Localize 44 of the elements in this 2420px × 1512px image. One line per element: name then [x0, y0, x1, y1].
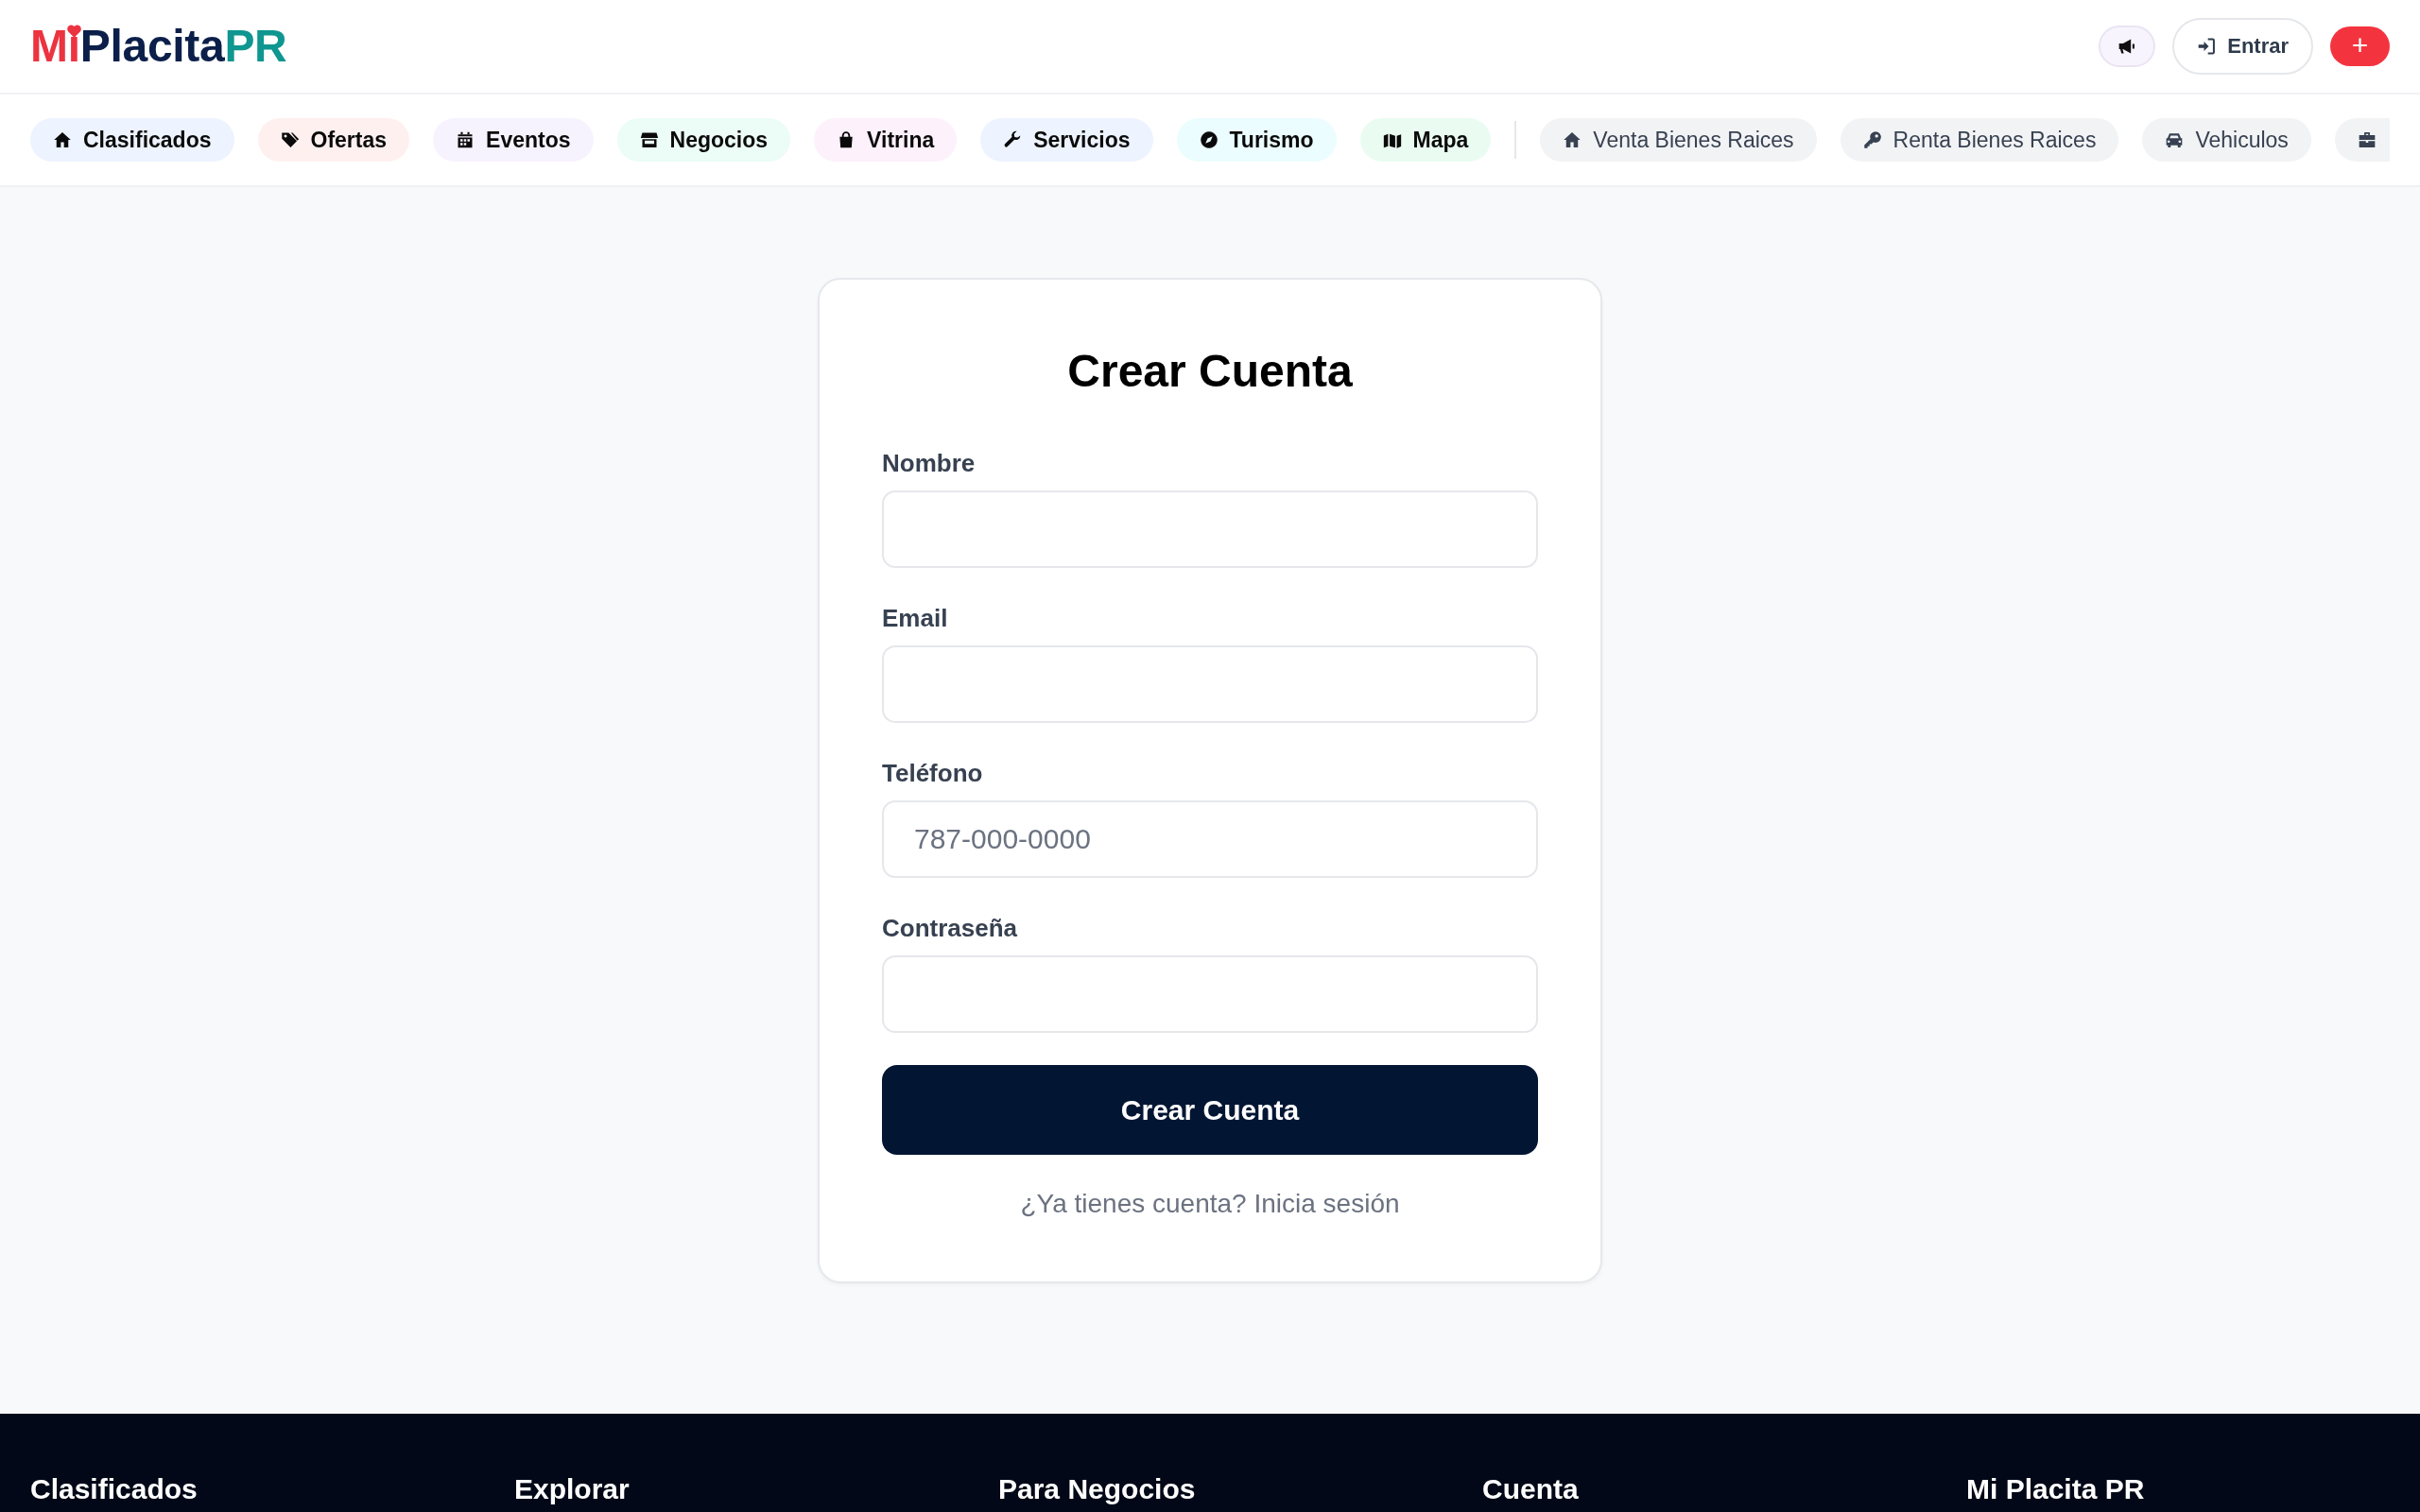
category-tab[interactable]: Vitrina	[814, 118, 958, 162]
footer-heading: Explorar	[514, 1472, 630, 1506]
wrench-icon	[1003, 130, 1023, 149]
category-tab[interactable]: Eventos	[433, 118, 594, 162]
sign-in-icon	[2197, 37, 2217, 56]
house-icon	[1563, 130, 1582, 149]
input-field[interactable]	[882, 490, 1538, 568]
footer-heading: Cuenta	[1482, 1472, 1579, 1506]
input-field[interactable]	[882, 645, 1538, 723]
megaphone-icon	[2118, 37, 2137, 56]
input-field[interactable]	[882, 955, 1538, 1033]
house-icon	[53, 130, 72, 149]
section-tab[interactable]: Vehiculos	[2142, 118, 2311, 162]
footer-heading: Para Negocios	[998, 1472, 1196, 1506]
field-label: Contraseña	[882, 913, 1019, 943]
category-tab[interactable]: Negocios	[616, 118, 791, 162]
login-button[interactable]: Entrar	[2172, 18, 2313, 75]
field-label: Nombre	[882, 448, 977, 478]
category-tab[interactable]: Ofertas	[257, 118, 410, 162]
category-tab[interactable]: Servicios	[980, 118, 1153, 162]
compass-icon	[1199, 130, 1219, 149]
section-tab[interactable]: Venta Bienes Raices	[1540, 118, 1817, 162]
megaphone-button[interactable]	[2099, 26, 2156, 67]
add-button[interactable]: +	[2330, 26, 2390, 66]
footer-heading: Mi Placita PR	[1966, 1472, 2145, 1506]
footer-heading: Clasificados	[30, 1472, 198, 1506]
calendar-icon	[456, 130, 475, 149]
briefcase-icon	[2357, 130, 2377, 149]
field-label: Email	[882, 603, 949, 633]
category-tab[interactable]: Clasificados	[30, 118, 234, 162]
key-icon	[1862, 130, 1882, 149]
form-title: Crear Cuenta	[1066, 345, 1354, 398]
section-tab[interactable]: Renta Bienes Raices	[1840, 118, 2119, 162]
store-icon	[639, 130, 659, 149]
section-tab[interactable]	[2334, 118, 2390, 162]
logo[interactable]: MiPlacitaPR	[30, 24, 287, 69]
tag-icon	[280, 130, 300, 149]
field-label: Teléfono	[882, 758, 984, 788]
login-link[interactable]: ¿Ya tienes cuenta? Inicia sesión	[1020, 1187, 1400, 1221]
category-tab[interactable]: Turismo	[1176, 118, 1337, 162]
submit-button[interactable]: Crear Cuenta	[882, 1065, 1538, 1155]
category-tab[interactable]: Mapa	[1359, 118, 1492, 162]
input-field[interactable]: 787-000-0000	[882, 800, 1538, 878]
car-icon	[2165, 130, 2185, 149]
